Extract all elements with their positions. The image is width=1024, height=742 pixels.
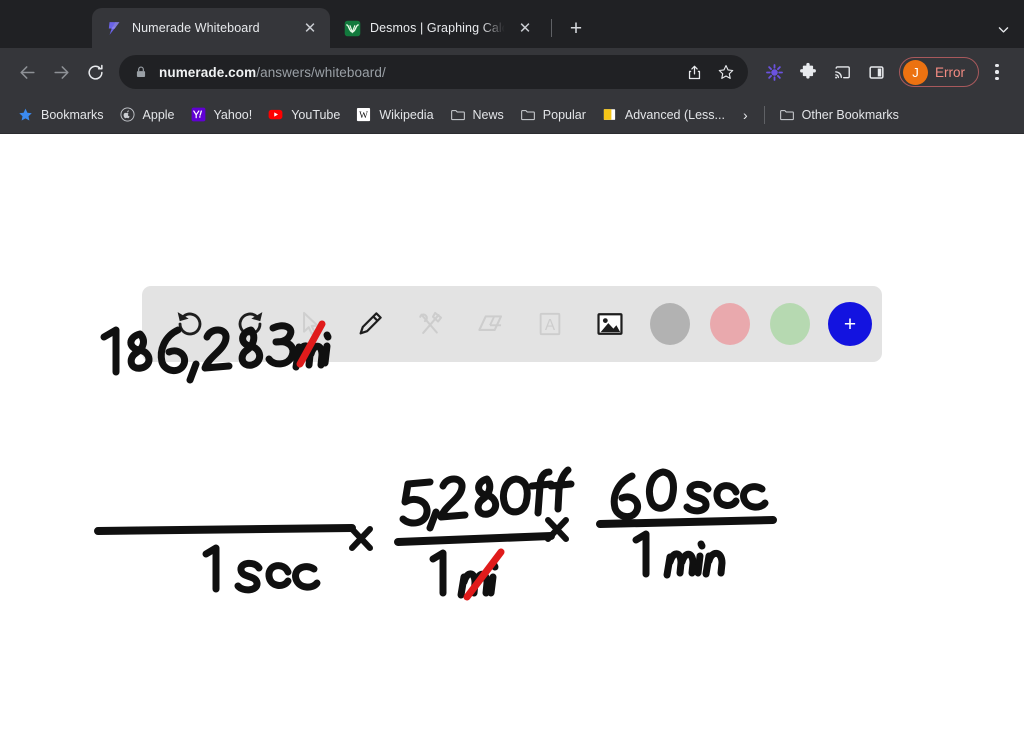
new-tab-button[interactable]: + [562,14,590,42]
browser-window: Numerade Whiteboard ✕ Desmos | Graphing … [0,0,1024,742]
side-panel-icon[interactable] [860,56,892,88]
bookmark-wikipedia[interactable]: W Wikipedia [348,103,441,127]
extension-purple-icon[interactable] [758,56,790,88]
bookmark-apple[interactable]: Apple [112,103,183,127]
apple-icon [120,107,136,123]
bookmark-yahoo[interactable]: Yahoo! [183,103,261,127]
ink-expression [94,320,777,601]
bookmark-other-bookmarks[interactable]: Other Bookmarks [771,103,907,127]
bookmark-news[interactable]: News [442,103,512,127]
bookmark-label: Popular [542,107,586,122]
bookmarks-overflow-button[interactable]: › [733,103,758,127]
share-icon[interactable] [682,60,706,84]
bookmark-label: YouTube [291,107,341,122]
numerade-icon [106,20,123,37]
tabstrip-right-group [997,23,1024,48]
cast-icon[interactable] [826,56,858,88]
folder-icon [450,107,466,123]
bookmarks-divider [763,105,765,124]
close-icon[interactable]: ✕ [300,18,320,38]
chevron-down-icon[interactable] [997,23,1010,38]
bookmark-label: News [472,107,504,122]
blue-star-icon [18,107,34,123]
tab-divider [551,19,552,37]
kebab-dots [995,63,999,81]
back-arrow-icon[interactable] [11,56,43,88]
bookmark-popular[interactable]: Popular [512,103,594,127]
bookmarks-bar: Bookmarks Apple Yahoo! YouTube W Wikiped… [0,96,1024,134]
folder-icon [520,107,536,123]
whiteboard-canvas[interactable] [0,134,1024,742]
bookmark-label: Apple [142,107,175,122]
tab-numerade-whiteboard[interactable]: Numerade Whiteboard ✕ [92,8,330,48]
youtube-icon [268,107,284,123]
url-host: numerade.com [159,64,257,80]
lock-icon[interactable] [133,60,149,84]
tab-desmos-graphing-calculator[interactable]: Desmos | Graphing Calculator ✕ [330,8,545,48]
bookmark-label: Wikipedia [379,107,434,122]
url-path: /answers/whiteboard/ [256,64,386,80]
bookmark-label: Yahoo! [213,107,253,122]
tab-title: Desmos | Graphing Calculator [370,21,506,35]
whiteboard-page: A + [0,134,1024,742]
wikipedia-icon: W [356,107,372,123]
tab-title: Numerade Whiteboard [132,21,260,35]
star-icon[interactable] [714,60,738,84]
yellow-folder-icon [602,107,618,123]
bookmark-bookmarks[interactable]: Bookmarks [10,103,112,127]
reload-icon[interactable] [79,56,111,88]
desmos-icon [344,20,361,37]
svg-text:W: W [359,110,368,120]
navigation-toolbar: numerade.com/answers/whiteboard/ J Error [0,48,1024,96]
avatar: J [903,59,928,85]
address-bar[interactable]: numerade.com/answers/whiteboard/ [119,55,748,89]
url-text: numerade.com/answers/whiteboard/ [159,65,672,80]
yahoo-icon [191,107,207,123]
kebab-menu-icon[interactable] [981,56,1013,88]
profile-status-label: Error [935,64,965,80]
bookmark-label: Bookmarks [41,107,104,122]
bookmark-label: Other Bookmarks [801,107,899,122]
profile-status-button[interactable]: J Error [899,57,979,87]
bookmark-advanced[interactable]: Advanced (Less... [594,103,733,127]
tab-strip: Numerade Whiteboard ✕ Desmos | Graphing … [0,0,1024,48]
close-icon[interactable]: ✕ [515,18,535,38]
extensions-puzzle-icon[interactable] [792,56,824,88]
folder-icon [779,107,795,123]
bookmark-label: Advanced (Less... [624,107,725,122]
bookmark-youtube[interactable]: YouTube [260,103,348,127]
forward-arrow-icon[interactable] [45,56,77,88]
omnibox-actions [682,60,738,84]
